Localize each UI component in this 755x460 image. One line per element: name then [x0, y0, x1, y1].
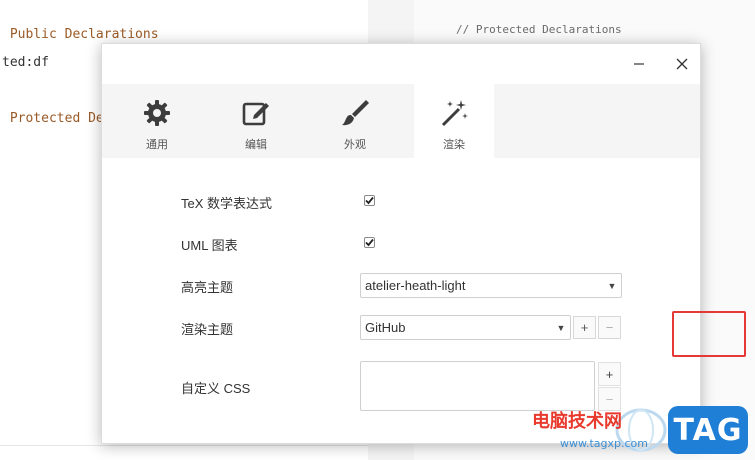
close-button[interactable] [672, 54, 692, 74]
highlight-theme-select[interactable]: atelier-heath-light ▼ [360, 273, 622, 298]
tab-label: 通用 [146, 139, 168, 151]
edit-icon [241, 98, 271, 128]
tab-label: 编辑 [245, 139, 267, 151]
code-line: ted:df [2, 55, 49, 70]
minimize-button[interactable] [629, 54, 649, 74]
render-theme-value: GitHub [365, 320, 406, 335]
tab-appearance[interactable]: 外观 [315, 84, 395, 158]
watermark-site-name: 电脑技术网 [532, 411, 622, 432]
checkmark-icon [365, 196, 374, 205]
preview-code-line: // Protected Declarations [456, 23, 622, 36]
render-theme-select[interactable]: GitHub ▼ [360, 315, 571, 340]
chevron-down-icon: ▼ [607, 280, 617, 291]
tab-general[interactable]: 通用 [117, 84, 197, 158]
tex-label: TeX 数学表达式 [181, 196, 273, 211]
gear-icon [142, 98, 172, 128]
tab-label: 渲染 [443, 139, 465, 151]
highlight-theme-label: 高亮主题 [181, 280, 234, 295]
watermark-url: www.tagxp.com [560, 437, 648, 450]
editor-divider [0, 445, 368, 446]
custom-css-textarea[interactable] [360, 361, 595, 411]
tab-label: 外观 [344, 139, 366, 151]
add-render-theme-button[interactable]: + [573, 316, 596, 339]
uml-label: UML 图表 [181, 238, 238, 253]
tab-edit[interactable]: 编辑 [216, 84, 296, 158]
checkmark-icon [365, 238, 374, 247]
magic-wand-icon [439, 98, 469, 128]
render-theme-label: 渲染主题 [181, 322, 234, 337]
tex-checkbox[interactable] [364, 195, 375, 206]
chevron-down-icon: ▼ [556, 322, 566, 333]
uml-checkbox[interactable] [364, 237, 375, 248]
annotation-highlight-box [672, 311, 746, 357]
remove-render-theme-button[interactable]: − [598, 316, 621, 339]
code-line: Protected Dec [2, 111, 112, 126]
custom-css-label: 自定义 CSS [181, 381, 251, 396]
add-css-button[interactable]: + [598, 362, 621, 386]
minimize-icon [634, 63, 644, 65]
watermark-tag-logo: TAG [668, 406, 748, 454]
tab-render[interactable]: 渲染 [414, 84, 494, 158]
preferences-dialog: 通用 编辑 外观 渲染 TeX 数学表达式 UML 图表 高亮主题 atelie… [101, 43, 746, 444]
settings-tabs: 通用 编辑 外观 渲染 [102, 84, 700, 158]
highlight-theme-value: atelier-heath-light [365, 278, 466, 293]
brush-icon [340, 98, 370, 128]
close-icon [676, 58, 688, 70]
code-line: Public Declarations [2, 27, 159, 42]
